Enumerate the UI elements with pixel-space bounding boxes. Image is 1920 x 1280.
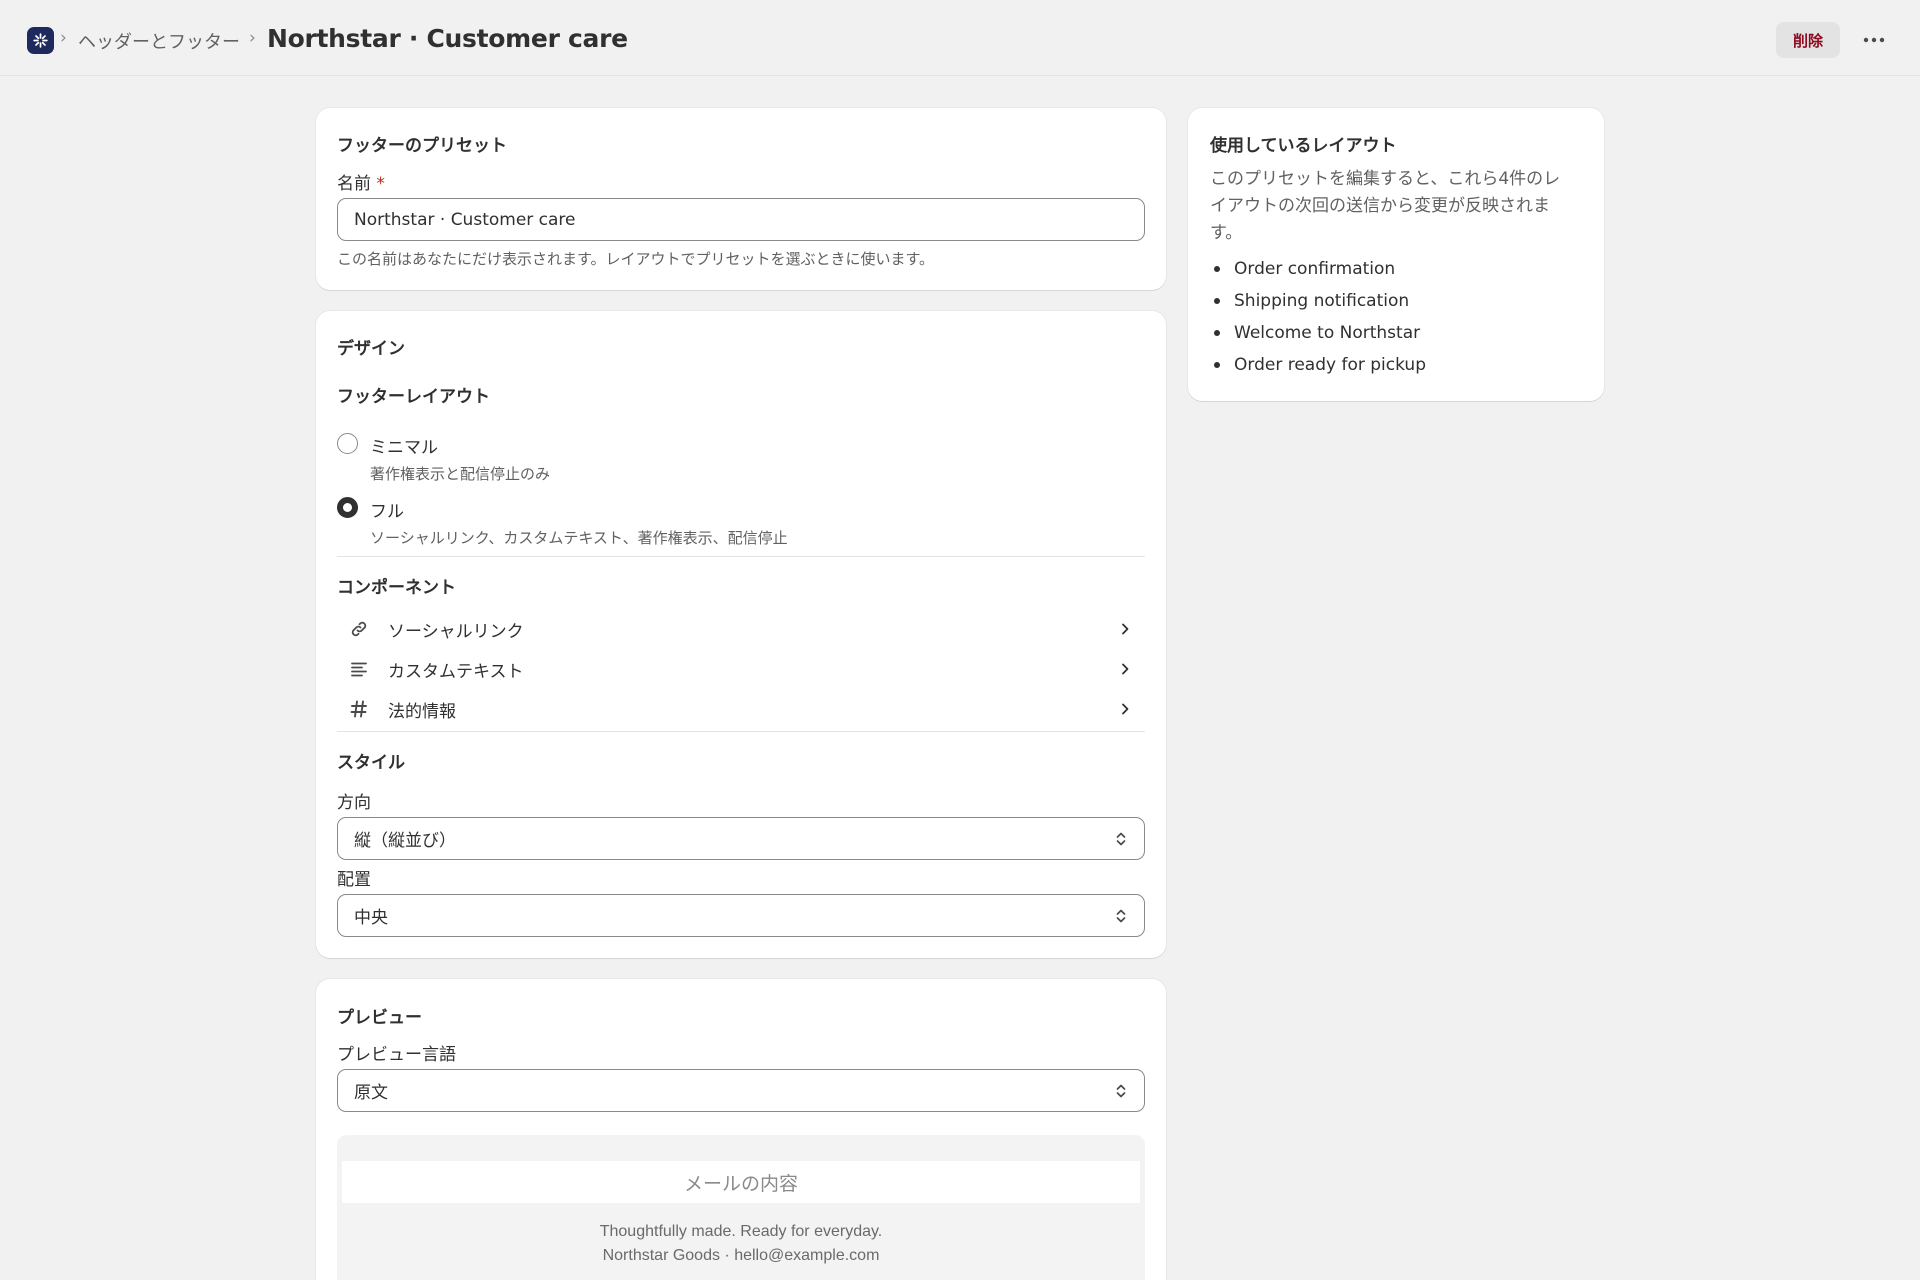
bullet-icon [1214, 266, 1220, 272]
chevron-right-icon [1122, 703, 1129, 715]
design-card-title: デザイン [337, 339, 405, 359]
alignment-select[interactable]: 中央 [337, 894, 1145, 937]
name-help-text: この名前はあなたにだけ表示されます。レイアウトでプリセットを選ぶときに使います。 [337, 250, 935, 268]
bullet-icon [1214, 330, 1220, 336]
layout-full-help: ソーシャルリンク、カスタムテキスト、著作権表示、配信停止 [370, 529, 788, 547]
layout-list-item[interactable]: Order confirmation [1210, 259, 1395, 279]
footer-layout-heading: フッターレイアウト [337, 387, 490, 407]
required-mark: * [376, 174, 385, 194]
select-chevron-icon [1116, 1084, 1126, 1098]
select-chevron-icon [1116, 909, 1126, 923]
text-align-icon [347, 657, 371, 681]
layout-name: Order confirmation [1234, 259, 1396, 279]
component-row-custom-text[interactable]: カスタムテキスト [337, 650, 1145, 688]
layout-list-item[interactable]: Order ready for pickup [1210, 355, 1426, 375]
top-bar: › ヘッダーとフッター › Northstar · Customer care … [0, 0, 1920, 76]
component-row-social-links[interactable]: ソーシャルリンク [337, 610, 1145, 648]
component-row-legal[interactable]: 法的情報 [337, 690, 1145, 728]
components-heading: コンポーネント [337, 578, 456, 598]
hashtag-icon [347, 697, 371, 721]
direction-select-value: 縦（縦並び） [354, 831, 456, 851]
layout-name: Shipping notification [1234, 291, 1410, 311]
name-label: 名前 * [337, 174, 385, 194]
more-actions-button[interactable] [1858, 24, 1890, 56]
breadcrumb-separator-icon: › [60, 28, 67, 48]
alignment-select-value: 中央 [354, 908, 388, 928]
footer-preview-contact: Northstar Goods · hello@example.com [602, 1247, 880, 1264]
breadcrumb-separator-icon: › [249, 28, 256, 48]
layout-name: Welcome to Northstar [1234, 323, 1421, 343]
component-label: ソーシャルリンク [388, 621, 524, 642]
bullet-icon [1214, 362, 1220, 368]
preview-language-select[interactable]: 原文 [337, 1069, 1145, 1112]
preview-language-value: 原文 [354, 1083, 388, 1103]
delete-button[interactable]: 削除 [1776, 22, 1840, 58]
breadcrumb-parent-link[interactable]: ヘッダーとフッター [78, 28, 240, 54]
component-label: 法的情報 [388, 701, 456, 722]
layout-minimal-radio[interactable] [337, 433, 358, 454]
components-list: ソーシャルリンク カスタムテキスト 法的情報 [337, 610, 1145, 730]
ellipsis-icon [1863, 37, 1885, 43]
layout-full-label[interactable]: フル [370, 497, 404, 522]
email-preview: メールの内容 Thoughtfully made. Ready for ever… [337, 1135, 1145, 1280]
direction-select[interactable]: 縦（縦並び） [337, 817, 1145, 860]
page-title: Northstar · Customer care [267, 24, 628, 53]
app-logo-icon[interactable] [27, 27, 54, 54]
chevron-right-icon [1122, 663, 1129, 675]
preview-language-label: プレビュー言語 [337, 1045, 456, 1065]
preview-card-title: プレビュー [337, 1008, 422, 1028]
layout-name: Order ready for pickup [1234, 355, 1426, 375]
divider [337, 731, 1145, 732]
divider [337, 556, 1145, 557]
style-heading: スタイル [337, 753, 405, 773]
layout-minimal-help: 著作権表示と配信停止のみ [370, 465, 551, 483]
layout-list-item[interactable]: Welcome to Northstar [1210, 323, 1420, 343]
footer-preview-tagline: Thoughtfully made. Ready for everyday. [599, 1223, 883, 1240]
preset-card-title: フッターのプリセット [337, 136, 507, 156]
name-input[interactable]: Northstar · Customer care [337, 198, 1145, 241]
layout-minimal-label[interactable]: ミニマル [370, 433, 438, 458]
layout-full-radio[interactable] [337, 497, 358, 518]
name-input-value: Northstar · Customer care [354, 209, 576, 230]
chevron-right-icon [1122, 623, 1129, 635]
layout-list-item[interactable]: Shipping notification [1210, 291, 1409, 311]
alignment-label: 配置 [337, 870, 371, 890]
direction-label: 方向 [337, 793, 371, 813]
layouts-card-description: このプリセットを編集すると、これら4件のレイアウトの次回の送信から変更が反映され… [1210, 169, 1561, 243]
layouts-card-title: 使用しているレイアウト [1210, 136, 1397, 156]
email-content-placeholder: メールの内容 [342, 1161, 1140, 1203]
link-icon [347, 617, 371, 641]
component-label: カスタムテキスト [388, 661, 524, 682]
bullet-icon [1214, 298, 1220, 304]
select-chevron-icon [1116, 832, 1126, 846]
